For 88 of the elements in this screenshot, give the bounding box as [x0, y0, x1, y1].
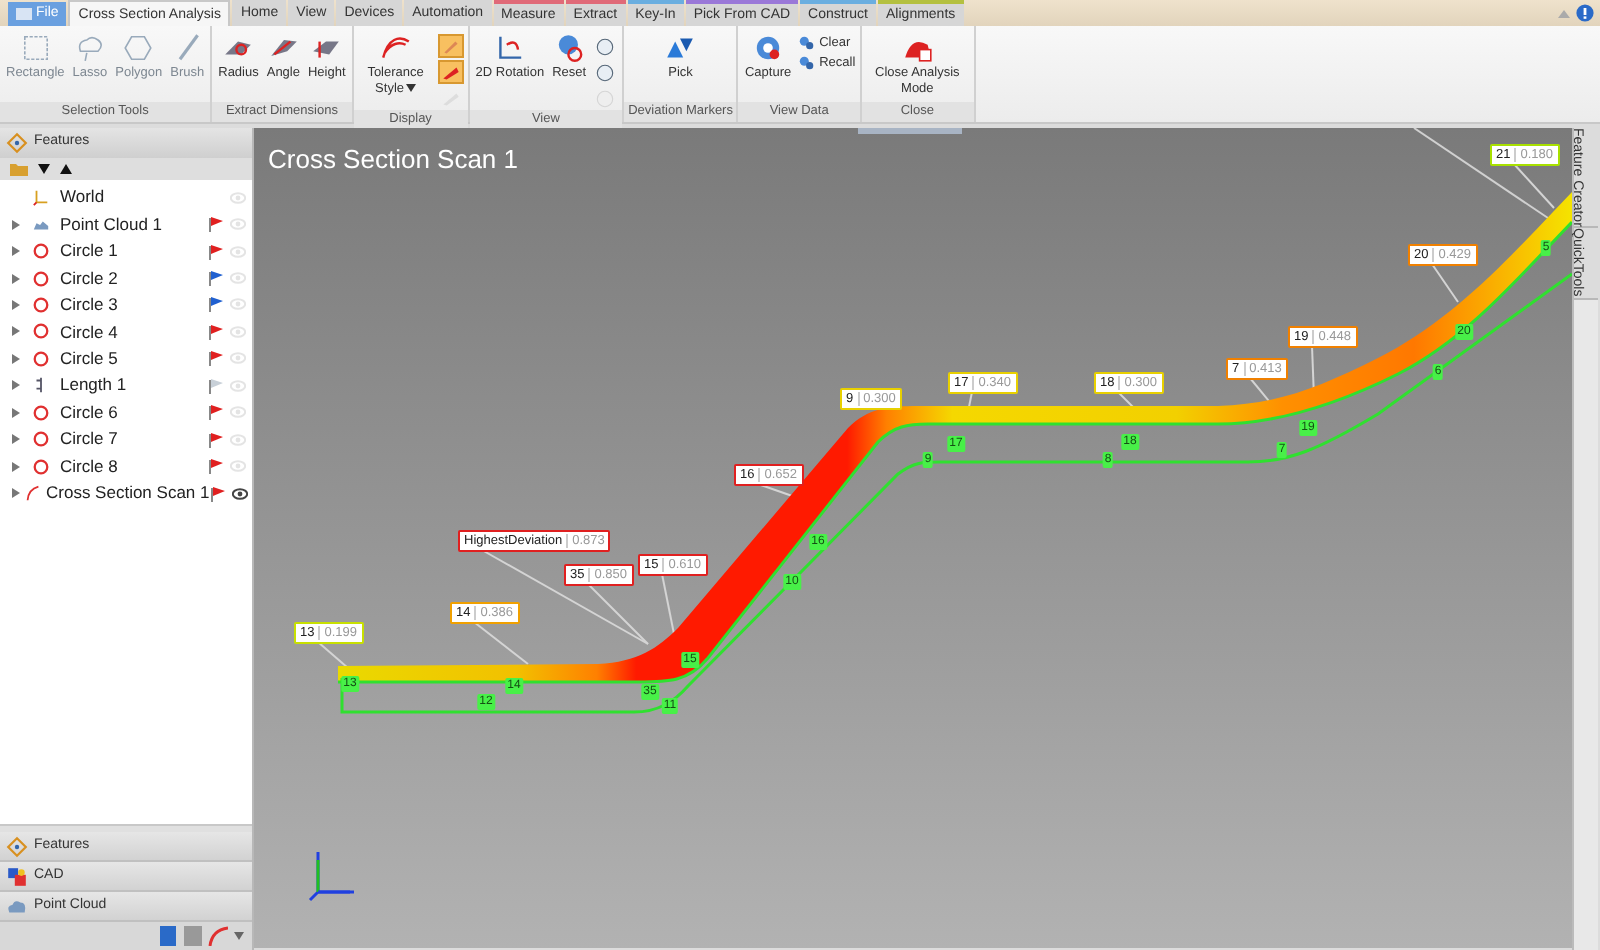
expand-arrow-icon[interactable]	[12, 273, 20, 284]
expand-arrow-icon[interactable]	[12, 488, 20, 499]
circle-icon	[32, 242, 50, 261]
hexagon-icon	[122, 32, 155, 64]
flag-icon[interactable]	[208, 377, 224, 394]
sort-up-icon[interactable]	[60, 164, 72, 174]
item-label: Circle 1	[60, 238, 118, 264]
view-sphere-icon	[594, 87, 617, 109]
document-icon[interactable]	[160, 926, 178, 946]
circle-icon	[32, 349, 50, 368]
expand-arrow-icon[interactable]	[12, 461, 20, 472]
item-label: Circle 2	[60, 265, 118, 291]
viewport-title: Cross Section Scan 1	[268, 142, 519, 178]
item-label: Circle 8	[60, 453, 118, 479]
expand-arrow-icon[interactable]	[12, 407, 20, 418]
item-label: Circle 4	[60, 319, 118, 345]
tree-item[interactable]: World	[6, 184, 252, 211]
camera-capture-icon	[752, 32, 785, 64]
tree-item[interactable]: Point Cloud 1	[6, 210, 252, 238]
help-icon[interactable]	[1576, 4, 1594, 22]
features-icon	[6, 835, 28, 857]
tree-item[interactable]: Circle 7	[6, 425, 252, 453]
tree-item[interactable]: Circle 2	[6, 264, 252, 292]
sort-down-icon[interactable]	[38, 164, 50, 174]
caret-icon[interactable]	[234, 932, 244, 940]
expand-arrow-icon[interactable]	[12, 246, 20, 257]
ribbon-button[interactable]	[592, 60, 619, 84]
item-label: Circle 3	[60, 292, 118, 318]
expand-arrow-icon[interactable]	[12, 353, 20, 364]
circle-icon	[32, 322, 50, 341]
expand-arrow-icon[interactable]	[12, 326, 20, 337]
flag-icon[interactable]	[208, 350, 224, 367]
rotation-axes-icon	[493, 32, 526, 64]
caret-icon	[406, 84, 416, 93]
tree-item[interactable]: Circle 5	[6, 345, 252, 373]
arc-icon[interactable]	[208, 926, 228, 946]
ribbon-button[interactable]	[592, 34, 619, 58]
tree-item[interactable]: Circle 3	[6, 291, 252, 319]
flag-icon[interactable]	[208, 404, 224, 421]
flag-icon[interactable]	[208, 431, 224, 448]
axes-icon	[32, 188, 50, 207]
recall-icon	[797, 54, 816, 72]
flag-icon[interactable]	[208, 270, 224, 287]
view-sphere-icon	[594, 61, 617, 83]
ribbon-button[interactable]	[437, 60, 464, 84]
circle-icon	[32, 457, 50, 476]
flag-icon[interactable]	[208, 243, 224, 260]
app-menu-icon	[16, 8, 32, 20]
item-label: Cross Section Scan 1	[46, 480, 210, 506]
cloud-icon	[6, 895, 28, 917]
item-label: Point Cloud 1	[60, 211, 163, 238]
curve-icon	[379, 32, 412, 64]
item-label: Circle 7	[60, 426, 118, 453]
view-sphere-icon	[594, 35, 617, 57]
clear-icon	[797, 34, 816, 52]
arc-icon	[24, 484, 42, 503]
triangles-icon	[664, 32, 697, 64]
ribbon-button[interactable]	[437, 34, 464, 58]
flag-icon[interactable]	[208, 458, 224, 475]
item-label: Circle 5	[60, 345, 118, 372]
expand-arrow-icon[interactable]	[12, 299, 20, 310]
flag-icon[interactable]	[208, 323, 224, 340]
tree-item[interactable]: Length 1	[6, 372, 252, 399]
tree-item[interactable]: Circle 6	[6, 399, 252, 426]
item-label: World	[60, 184, 105, 211]
dashed-square-icon	[19, 32, 52, 64]
item-label: Length 1	[60, 372, 127, 399]
collapse-handle[interactable]	[858, 128, 962, 134]
circle-icon	[32, 269, 50, 288]
eye-icon[interactable]	[231, 487, 248, 500]
circle-icon	[32, 403, 50, 422]
tree-item[interactable]: Circle 4	[6, 318, 252, 346]
cad-shapes-icon	[6, 865, 28, 887]
circle-icon	[32, 295, 50, 314]
expand-arrow-icon[interactable]	[12, 434, 20, 445]
flag-icon[interactable]	[209, 485, 226, 502]
circle-icon	[32, 430, 50, 449]
item-label: Circle 6	[60, 399, 118, 426]
cloud-icon	[73, 32, 106, 64]
features-icon	[6, 132, 28, 154]
expand-arrow-icon[interactable]	[12, 380, 20, 391]
tree-item[interactable]: Circle 8	[6, 452, 252, 480]
flag-icon[interactable]	[208, 216, 224, 233]
reset-view-icon	[553, 32, 586, 64]
flag-icon[interactable]	[208, 296, 224, 313]
tree-item[interactable]: Cross Section Scan 1	[6, 479, 252, 507]
tree-item[interactable]: Circle 1	[6, 237, 252, 265]
expand-arrow-icon[interactable]	[12, 219, 20, 230]
